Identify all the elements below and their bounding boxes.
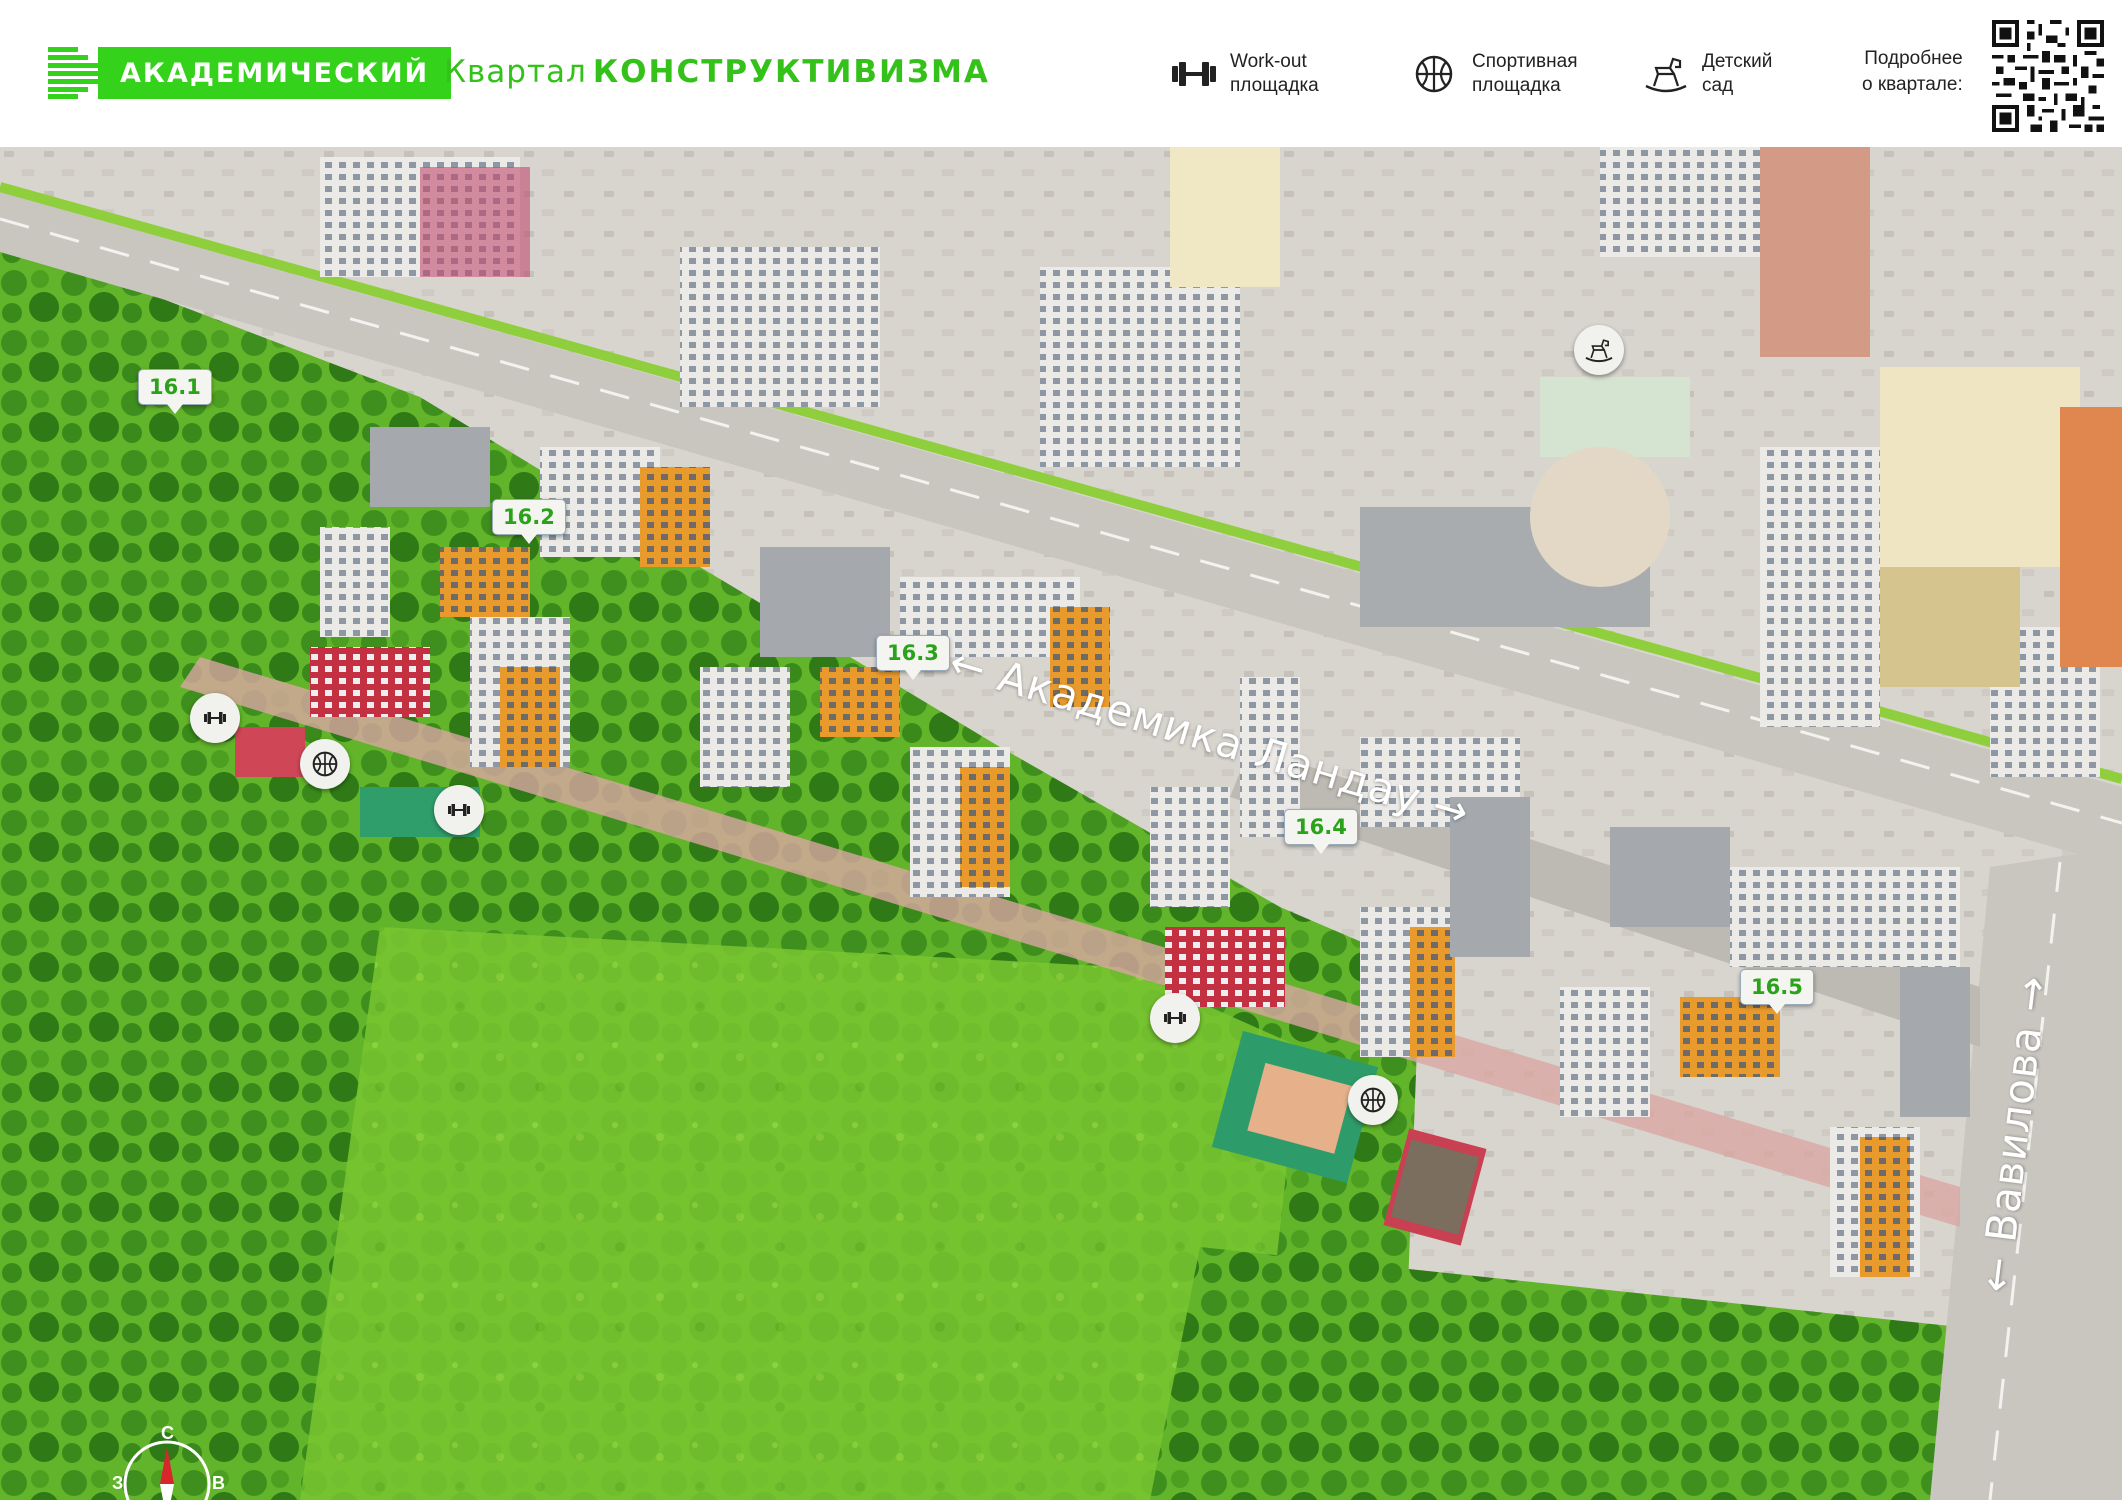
academic-logo[interactable]: АКАДЕМИЧЕСКИЙ [48, 47, 452, 99]
more-line2: о квартале: [1862, 74, 1963, 95]
compass-east-label: В [212, 1473, 225, 1493]
legend-sport-line2: площадка [1472, 75, 1561, 96]
compass-north-label: С [161, 1423, 174, 1443]
map-illustration [0, 147, 2122, 1500]
court-red-16-2 [235, 727, 305, 777]
legend-workout-line1: Work-out [1230, 51, 1307, 72]
more-info-label: Подробнее о квартале: [1862, 46, 1963, 98]
plot-pin-16-1[interactable]: 16.1 [138, 369, 212, 414]
basketball-icon [312, 751, 338, 777]
workout-marker-16-2b[interactable] [434, 785, 484, 835]
legend-item-workout: Work-out площадка [1168, 50, 1319, 98]
legend-sport-line1: Спортивная [1472, 51, 1578, 72]
dumbbell-icon [204, 712, 226, 724]
legend-kindergarten-line1: Детский [1702, 51, 1773, 72]
plot-pin-16-5[interactable]: 16.5 [1740, 969, 1814, 1014]
header-bar: АКАДЕМИЧЕСКИЙ Квартал КОНСТРУКТИВИЗМА Wor… [0, 0, 2122, 147]
more-line1: Подробнее [1864, 48, 1963, 69]
title-prefix: Квартал [444, 54, 587, 90]
legend-workout-line2: площадка [1230, 75, 1319, 96]
dumbbell-icon [1172, 62, 1216, 86]
basketball-icon [1360, 1087, 1386, 1113]
logo-text: АКАДЕМИЧЕСКИЙ [98, 47, 452, 99]
dumbbell-icon [1164, 1012, 1186, 1024]
rocking-horse-icon [1645, 57, 1687, 93]
compass: С З В [112, 1423, 225, 1500]
plot-pin-16-4[interactable]: 16.4 [1284, 809, 1358, 854]
qr-code-icon[interactable] [1992, 20, 2104, 132]
rocking-horse-icon [1585, 339, 1613, 363]
aerial-map: 16.1 16.2 16.3 16.4 16.5 ← Академика Лан… [0, 147, 2122, 1500]
workout-marker-16-2[interactable] [190, 693, 240, 743]
compass-west-label: З [112, 1473, 124, 1493]
workout-marker-16-4[interactable] [1150, 993, 1200, 1043]
logo-stripes-icon [48, 47, 98, 99]
kindergarten-marker[interactable] [1574, 325, 1624, 375]
sport-marker-16-2[interactable] [300, 739, 350, 789]
legend-kindergarten-line2: сад [1702, 75, 1734, 96]
page-title: Квартал КОНСТРУКТИВИЗМА [444, 54, 990, 90]
basketball-icon [1415, 55, 1453, 93]
plot-pin-16-2[interactable]: 16.2 [492, 499, 566, 544]
plot-pin-16-3[interactable]: 16.3 [876, 635, 950, 680]
dumbbell-icon [448, 804, 470, 816]
legend-item-sport: Спортивная площадка [1410, 50, 1577, 98]
legend-item-kindergarten: Детский сад [1640, 50, 1772, 98]
sport-marker-16-4[interactable] [1348, 1075, 1398, 1125]
title-emphasis: КОНСТРУКТИВИЗМА [592, 54, 990, 90]
